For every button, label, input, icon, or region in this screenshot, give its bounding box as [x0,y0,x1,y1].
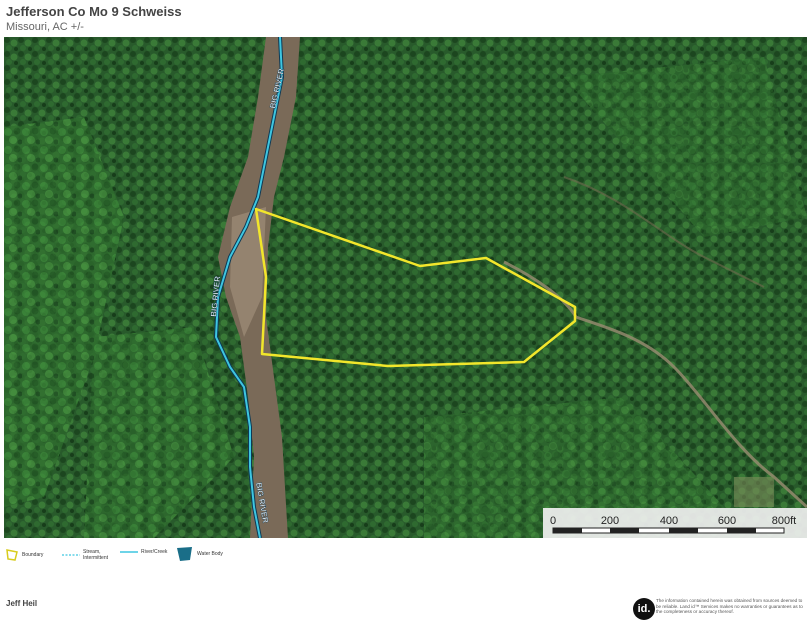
legend-label: River/Creek [141,549,168,555]
scale-tick-label: 600 [718,515,736,527]
water-body-icon [177,547,192,561]
legend-label: Water Body [197,551,223,557]
legend-item-stream: Stream, Intermittent [62,549,115,561]
map-canvas: BIG RIVER BIG RIVER BIG RIVER [4,37,807,538]
map-title: Jefferson Co Mo 9 Schweiss [6,4,182,19]
landid-logo: id. [633,598,655,620]
scale-tick-label: 400 [660,515,678,527]
legend-label: Stream, Intermittent [83,549,109,561]
scale-tick-label: 0 [550,515,556,527]
agent-name: Jeff Heil [6,599,38,608]
legend-item-boundary: Boundary [6,549,43,561]
map-subtitle: Missouri, AC +/- [6,21,84,33]
boundary-icon [6,549,18,561]
scale-tick-label: 200 [601,515,619,527]
scale-bar-graphic: 0 200 400 600 800ft [550,515,796,534]
legend-label: Boundary [22,552,44,558]
aerial-map[interactable]: BIG RIVER BIG RIVER BIG RIVER 0 200 400 … [4,37,807,538]
legend-item-water-body: Water Body [176,546,223,562]
disclaimer-text: The information contained herein was obt… [656,598,803,615]
legend-item-river: River/Creek [120,549,167,555]
scale-tick-label: 800ft [772,515,796,527]
stream-intermittent-icon [62,554,80,556]
scale-bar: 0 200 400 600 800ft [543,508,807,538]
river-creek-icon [120,551,138,553]
map-legend: Boundary Stream, Intermittent River/Cree… [4,545,404,567]
clearing [734,477,774,507]
